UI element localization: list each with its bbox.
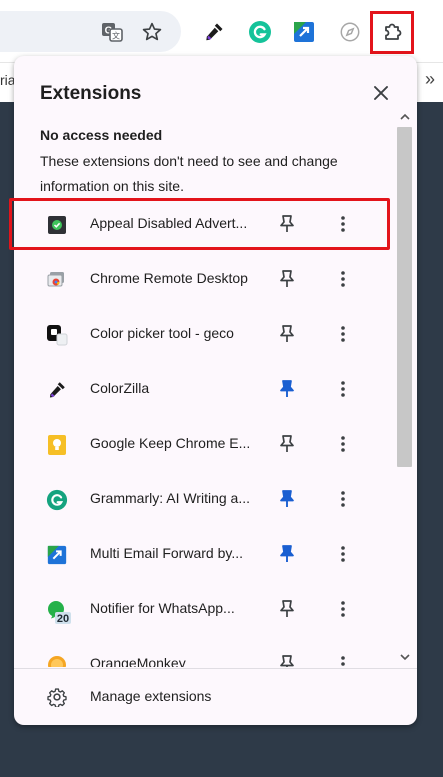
- kebab-menu-icon: [341, 271, 345, 287]
- kebab-menu-icon: [341, 381, 345, 397]
- extension-name: Color picker tool - geco: [90, 325, 234, 341]
- pin-button[interactable]: [276, 598, 298, 620]
- google-keep-icon: [46, 434, 68, 456]
- pin-outline-icon: [280, 270, 294, 287]
- more-options-button[interactable]: [332, 488, 354, 510]
- extension-name: Chrome Remote Desktop: [90, 270, 248, 286]
- pin-button[interactable]: [276, 323, 298, 345]
- pin-filled-icon: [280, 490, 294, 507]
- more-options-button[interactable]: [332, 543, 354, 565]
- pin-button[interactable]: [276, 488, 298, 510]
- pin-outline-icon: [280, 435, 294, 452]
- extension-row-whatsapp-notifier[interactable]: 20 Notifier for WhatsApp...: [14, 582, 396, 637]
- pin-outline-icon: [280, 655, 294, 667]
- scroll-down-arrow-icon[interactable]: [399, 651, 411, 663]
- chrome-remote-desktop-icon: [46, 269, 68, 291]
- pin-button[interactable]: [276, 543, 298, 565]
- scroll-up-arrow-icon[interactable]: [399, 110, 411, 122]
- whatsapp-notifier-icon: 20: [46, 599, 72, 625]
- extension-row-grammarly[interactable]: Grammarly: AI Writing a...: [14, 472, 396, 527]
- colorzilla-eyedropper-icon: [46, 379, 68, 401]
- kebab-menu-icon: [341, 656, 345, 666]
- extension-name: Multi Email Forward by...: [90, 545, 243, 561]
- pin-filled-icon: [280, 545, 294, 562]
- extension-name: Grammarly: AI Writing a...: [90, 490, 250, 506]
- kebab-menu-icon: [341, 601, 345, 617]
- extensions-button-highlight: [370, 11, 414, 54]
- extension-name: OrangeMonkey: [90, 655, 186, 667]
- scrollbar-thumb[interactable]: [397, 127, 412, 467]
- more-options-button[interactable]: [332, 433, 354, 455]
- grammarly-icon: [46, 489, 68, 511]
- extension-row-chrome-remote-desktop[interactable]: Chrome Remote Desktop: [14, 252, 396, 307]
- pin-button[interactable]: [276, 378, 298, 400]
- multi-email-forward-icon[interactable]: [290, 18, 318, 46]
- more-options-button[interactable]: [332, 598, 354, 620]
- more-options-button[interactable]: [332, 653, 354, 667]
- close-button[interactable]: [366, 78, 396, 108]
- popup-title: Extensions: [40, 83, 142, 104]
- grammarly-icon[interactable]: [246, 18, 274, 46]
- extension-row-orangemonkey[interactable]: OrangeMonkey: [14, 637, 396, 667]
- svg-text:文: 文: [112, 31, 120, 41]
- badge-count: 20: [57, 613, 69, 625]
- extension-list: Appeal Disabled Advert... Chrome Remote …: [14, 197, 396, 667]
- extension-row-highlight: [9, 198, 390, 250]
- more-options-button[interactable]: [332, 268, 354, 290]
- bookmark-star-icon[interactable]: [138, 18, 166, 46]
- gear-icon: [46, 686, 68, 708]
- manage-extensions-label: Manage extensions: [90, 688, 212, 704]
- extension-name: ColorZilla: [90, 380, 150, 396]
- extension-row-multi-email-forward[interactable]: Multi Email Forward by...: [14, 527, 396, 582]
- pin-button[interactable]: [276, 653, 298, 667]
- compass-icon[interactable]: [336, 18, 364, 46]
- orangemonkey-icon: [46, 654, 68, 667]
- more-options-button[interactable]: [332, 378, 354, 400]
- manage-extensions-button[interactable]: Manage extensions: [14, 669, 417, 725]
- color-picker-geco-icon: [46, 324, 68, 346]
- more-options-button[interactable]: [332, 323, 354, 345]
- pin-outline-icon: [280, 325, 294, 342]
- kebab-menu-icon: [341, 491, 345, 507]
- scrollbar[interactable]: [396, 110, 413, 665]
- extension-row-google-keep[interactable]: Google Keep Chrome E...: [14, 417, 396, 472]
- pin-filled-icon: [280, 380, 294, 397]
- extensions-popup: Extensions No access needed These extens…: [14, 56, 417, 725]
- kebab-menu-icon: [341, 436, 345, 452]
- bookmarks-more-chevron-icon[interactable]: »: [425, 69, 435, 90]
- multi-email-forward-icon: [46, 544, 68, 566]
- kebab-menu-icon: [341, 326, 345, 342]
- extension-name: Notifier for WhatsApp...: [90, 600, 235, 616]
- section-title: No access needed: [40, 127, 163, 143]
- kebab-menu-icon: [341, 546, 345, 562]
- colorzilla-eyedropper-icon[interactable]: [200, 18, 228, 46]
- close-icon: [374, 86, 388, 100]
- pin-button[interactable]: [276, 433, 298, 455]
- browser-toolbar: G 文: [0, 0, 443, 62]
- pin-outline-icon: [280, 600, 294, 617]
- pin-button[interactable]: [276, 268, 298, 290]
- extension-row-color-picker-geco[interactable]: Color picker tool - geco: [14, 307, 396, 362]
- translate-icon[interactable]: G 文: [98, 18, 126, 46]
- extension-name: Google Keep Chrome E...: [90, 435, 251, 451]
- section-description: These extensions don't need to see and c…: [40, 153, 338, 194]
- extension-row-colorzilla[interactable]: ColorZilla: [14, 362, 396, 417]
